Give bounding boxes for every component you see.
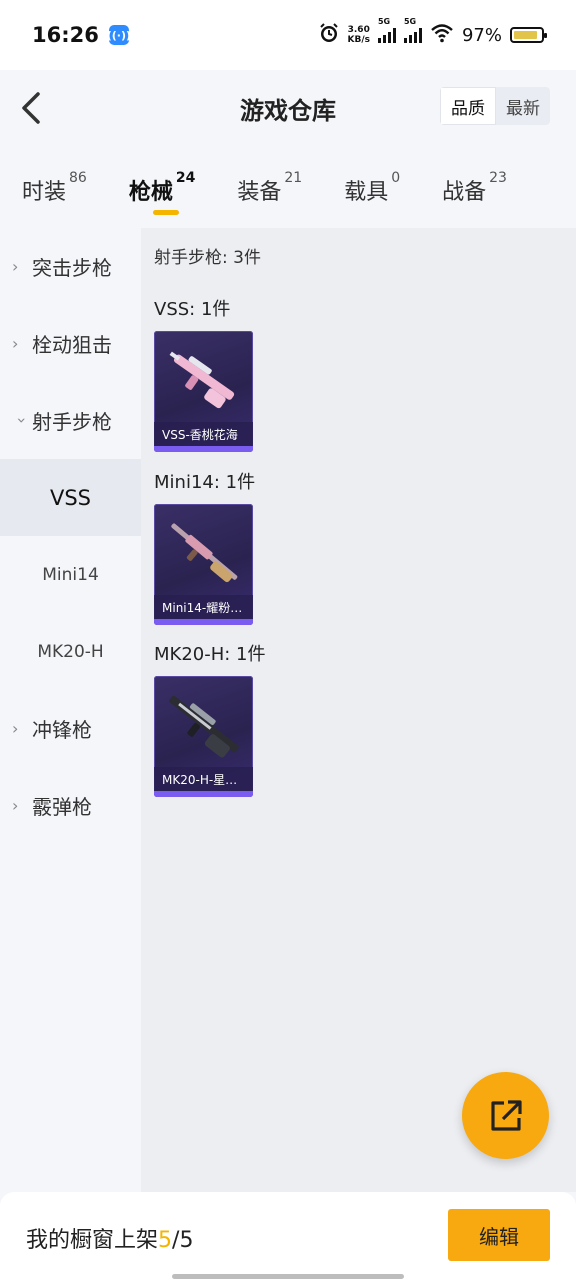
sidebar-item-label: 霰弹枪 [32,795,92,819]
shelf-current-count: 5 [158,1228,173,1253]
sidebar-item-assault-rifle[interactable]: › 突击步枪 [0,228,141,305]
speed-unit: KB/s [347,35,370,45]
sidebar-item-label: 射手步枪 [32,410,112,434]
sidebar-item-label: 栓动狙击 [32,333,112,357]
chevron-right-icon: › [12,796,19,815]
rifle-skin-icon [169,351,235,409]
tab-label: 载具 [344,180,389,205]
item-label: VSS-香桃花海 [154,422,253,446]
item-label: MK20-H-星… [154,767,253,791]
sort-quality-button[interactable]: 品质 [440,87,496,125]
tab-active-indicator [152,210,179,215]
rarity-bar [154,619,253,625]
tab-count: 21 [284,170,303,186]
battery-icon [510,27,547,43]
page-title: 游戏仓库 [240,96,336,125]
item-card-vss[interactable]: VSS-香桃花海 [154,331,253,452]
section-title: 射手步枪: 3件 [154,248,261,268]
chevron-right-icon: › [12,719,19,738]
alarm-icon [318,22,340,49]
tab-fashion[interactable]: 时装 86 [22,146,87,228]
shelf-status: 我的橱窗上架5/5 [26,1222,193,1254]
rarity-bar [154,446,253,452]
sidebar-item-smg[interactable]: › 冲锋枪 [0,690,141,767]
item-label: Mini14-耀粉… [154,595,253,619]
chevron-right-icon: › [12,257,19,276]
status-time: 16:26 [32,23,99,47]
item-card-mk20h[interactable]: MK20-H-星… [154,676,253,797]
bottom-bar: 我的橱窗上架5/5 编辑 [0,1192,576,1280]
item-card-mini14[interactable]: Mini14-耀粉… [154,504,253,625]
group-title-vss: VSS: 1件 [154,299,231,320]
chevron-right-icon: › [12,334,19,353]
back-arrow-icon[interactable] [18,90,48,126]
net-label-2: 5G [403,17,417,26]
tab-vehicles[interactable]: 载具 0 [344,146,400,228]
chevron-down-icon: › [12,417,32,424]
wifi-icon [430,23,454,48]
item-list: 射手步枪: 3件 VSS: 1件 VSS-香桃花海 Mini14: 1件 Min… [141,228,576,1192]
shelf-label: 我的橱窗上架 [26,1228,159,1253]
tab-label: 战备 [442,180,487,205]
speed-value: 3.60 [347,25,370,35]
tab-label: 枪械 [128,180,173,205]
sidebar-item-label: 冲锋枪 [32,718,92,742]
group-title-mini14: Mini14: 1件 [154,472,256,493]
shelf-total-count: 5 [179,1228,194,1253]
sidebar-subitem-mk20h[interactable]: MK20-H [0,613,141,690]
net-label-1: 5G [377,17,391,26]
rifle-skin-icon [171,523,238,583]
tab-equipment[interactable]: 装备 21 [237,146,302,228]
network-speed: 3.60 KB/s [348,25,370,45]
battery-percent: 97% [461,24,502,46]
home-indicator[interactable] [172,1274,404,1279]
nfc-icon: ((·)) [107,25,131,45]
tab-count: 86 [69,170,87,186]
status-indicators: 3.60 KB/s 5G 5G 97% [318,17,547,49]
tab-supplies[interactable]: 战备 23 [442,146,507,228]
tab-label: 装备 [237,180,282,205]
group-title-mk20h: MK20-H: 1件 [154,644,266,665]
tab-label: 时装 [22,180,67,205]
rifle-skin-icon [169,695,239,758]
signal-icon-2: 5G [403,17,422,43]
tab-count: 0 [391,170,401,186]
sidebar-item-shotgun[interactable]: › 霰弹枪 [0,767,141,844]
share-icon [490,1099,522,1131]
sidebar-item-bolt-sniper[interactable]: › 栓动狙击 [0,305,141,382]
tab-count: 24 [175,170,196,186]
rarity-bar [154,791,253,797]
category-sidebar: › 突击步枪 › 栓动狙击 › 射手步枪 VSS Mini14 MK20-H ›… [0,228,141,1192]
sidebar-item-marksman-rifle[interactable]: › 射手步枪 [0,382,141,459]
edit-button[interactable]: 编辑 [448,1209,550,1261]
tab-count: 23 [489,170,507,186]
sidebar-subitem-mini14[interactable]: Mini14 [0,536,141,613]
share-button[interactable] [462,1072,549,1159]
sort-toggle: 品质 最新 [440,87,550,125]
sidebar-subitem-vss[interactable]: VSS [0,459,141,536]
tab-guns[interactable]: 枪械 24 [128,146,196,228]
header: 游戏仓库 品质 最新 [0,70,576,146]
sort-latest-button[interactable]: 最新 [496,87,550,125]
signal-icon-1: 5G [377,17,396,43]
status-bar: 16:26 ((·)) 3.60 KB/s 5G 5G 97% [0,0,576,70]
category-tabs: 时装 86 枪械 24 装备 21 载具 0 战备 23 [0,146,576,228]
sidebar-item-label: 突击步枪 [32,256,112,280]
